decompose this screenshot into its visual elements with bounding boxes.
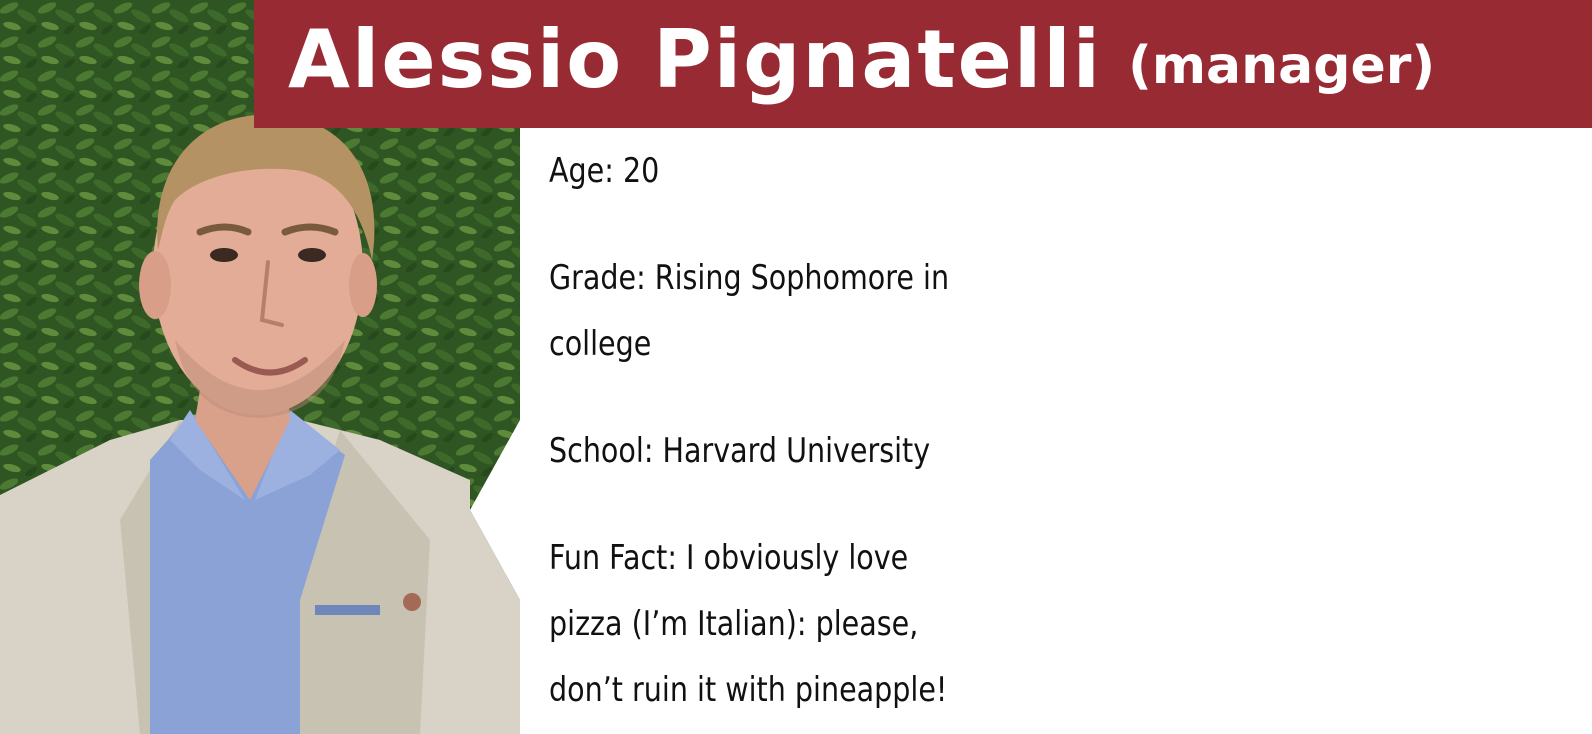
title-banner: Alessio Pignatelli (manager) xyxy=(254,0,1592,128)
person-role: (manager) xyxy=(1128,36,1436,96)
bio-fun-fact: Fun Fact: I obviously love pizza (I’m It… xyxy=(549,538,948,710)
bio-details: Age: 20 Grade: Rising Sophomore in colle… xyxy=(549,138,969,734)
profile-slide: Alessio Pignatelli (manager) Age: 20 Gra… xyxy=(0,0,1592,734)
bio-grade: Grade: Rising Sophomore in college xyxy=(549,258,950,364)
bio-age: Age: 20 xyxy=(549,151,660,191)
bio-school: School: Harvard University xyxy=(549,431,931,471)
person-name: Alessio Pignatelli xyxy=(288,13,1103,106)
